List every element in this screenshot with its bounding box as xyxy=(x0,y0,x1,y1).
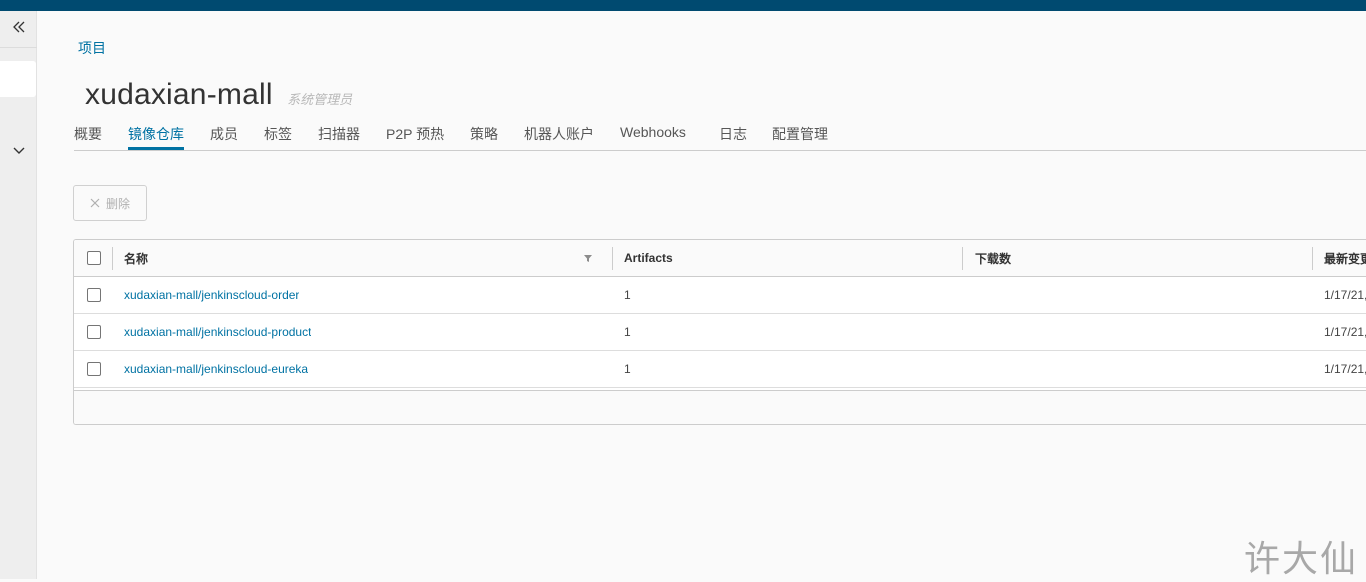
datagrid-footer xyxy=(74,390,1366,424)
page-title: xudaxian-mall xyxy=(85,78,273,111)
row-checkbox[interactable] xyxy=(87,362,101,376)
role-label: 系统管理员 xyxy=(287,92,353,107)
sidebar-collapse-button[interactable] xyxy=(0,11,37,48)
table-row: xudaxian-mall/jenkinscloud-order 1 1/17/… xyxy=(74,277,1366,314)
repository-datagrid: 名称 Artifacts 下载数 最新变更 xudaxian-mall/jenk… xyxy=(73,239,1366,425)
tab-scanner[interactable]: 扫描器 xyxy=(318,124,360,149)
sidebar-item-projects[interactable] xyxy=(0,61,36,97)
tab-summary[interactable]: 概要 xyxy=(74,124,102,149)
column-resize-handle[interactable] xyxy=(962,247,963,270)
tab-repositories[interactable]: 镜像仓库 xyxy=(128,124,184,150)
column-header-name[interactable]: 名称 xyxy=(124,240,148,276)
repository-link[interactable]: xudaxian-mall/jenkinscloud-order xyxy=(124,288,299,302)
artifacts-count: 1 xyxy=(624,288,631,302)
tab-policy[interactable]: 策略 xyxy=(470,124,498,149)
close-icon xyxy=(90,198,100,208)
tab-p2p-preheat[interactable]: P2P 预热 xyxy=(386,124,444,149)
row-checkbox[interactable] xyxy=(87,325,101,339)
page-header: xudaxian-mall 系统管理员 xyxy=(85,78,352,112)
repository-link[interactable]: xudaxian-mall/jenkinscloud-product xyxy=(124,325,311,339)
column-header-artifacts[interactable]: Artifacts xyxy=(624,240,673,276)
repository-link[interactable]: xudaxian-mall/jenkinscloud-eureka xyxy=(124,362,308,376)
column-resize-handle[interactable] xyxy=(612,247,613,270)
filter-icon[interactable] xyxy=(582,252,594,264)
sidebar xyxy=(0,11,37,579)
column-resize-handle[interactable] xyxy=(1312,247,1313,270)
column-divider xyxy=(112,247,113,270)
breadcrumb-projects[interactable]: 项目 xyxy=(78,38,106,58)
sidebar-expand-button[interactable] xyxy=(0,139,37,163)
table-row: xudaxian-mall/jenkinscloud-product 1 1/1… xyxy=(74,314,1366,351)
select-all-checkbox[interactable] xyxy=(87,251,101,265)
last-modified: 1/17/21, xyxy=(1324,288,1366,302)
column-header-last-modified[interactable]: 最新变更 xyxy=(1324,240,1366,276)
datagrid-header: 名称 Artifacts 下载数 最新变更 xyxy=(74,240,1366,277)
delete-button-label: 删除 xyxy=(105,196,130,211)
delete-button[interactable]: 删除 xyxy=(73,185,147,221)
row-checkbox[interactable] xyxy=(87,288,101,302)
top-header-bar xyxy=(0,0,1366,11)
last-modified: 1/17/21, xyxy=(1324,325,1366,339)
artifacts-count: 1 xyxy=(624,362,631,376)
tab-robot-accounts[interactable]: 机器人账户 xyxy=(524,124,594,149)
watermark: 许大仙 xyxy=(1244,539,1359,580)
column-header-pulls[interactable]: 下载数 xyxy=(975,240,1011,276)
chevron-down-icon xyxy=(13,142,25,160)
table-row: xudaxian-mall/jenkinscloud-eureka 1 1/17… xyxy=(74,351,1366,388)
tab-logs[interactable]: 日志 xyxy=(719,124,747,149)
tab-webhooks[interactable]: Webhooks xyxy=(620,124,686,149)
tab-members[interactable]: 成员 xyxy=(210,124,238,149)
tab-configuration[interactable]: 配置管理 xyxy=(772,124,828,149)
artifacts-count: 1 xyxy=(624,325,631,339)
last-modified: 1/17/21, xyxy=(1324,362,1366,376)
project-tabs: 概要 镜像仓库 成员 标签 扫描器 P2P 预热 策略 机器人账户 Webhoo… xyxy=(74,124,1366,151)
double-chevron-left-icon xyxy=(12,20,26,38)
tab-labels[interactable]: 标签 xyxy=(264,124,292,149)
